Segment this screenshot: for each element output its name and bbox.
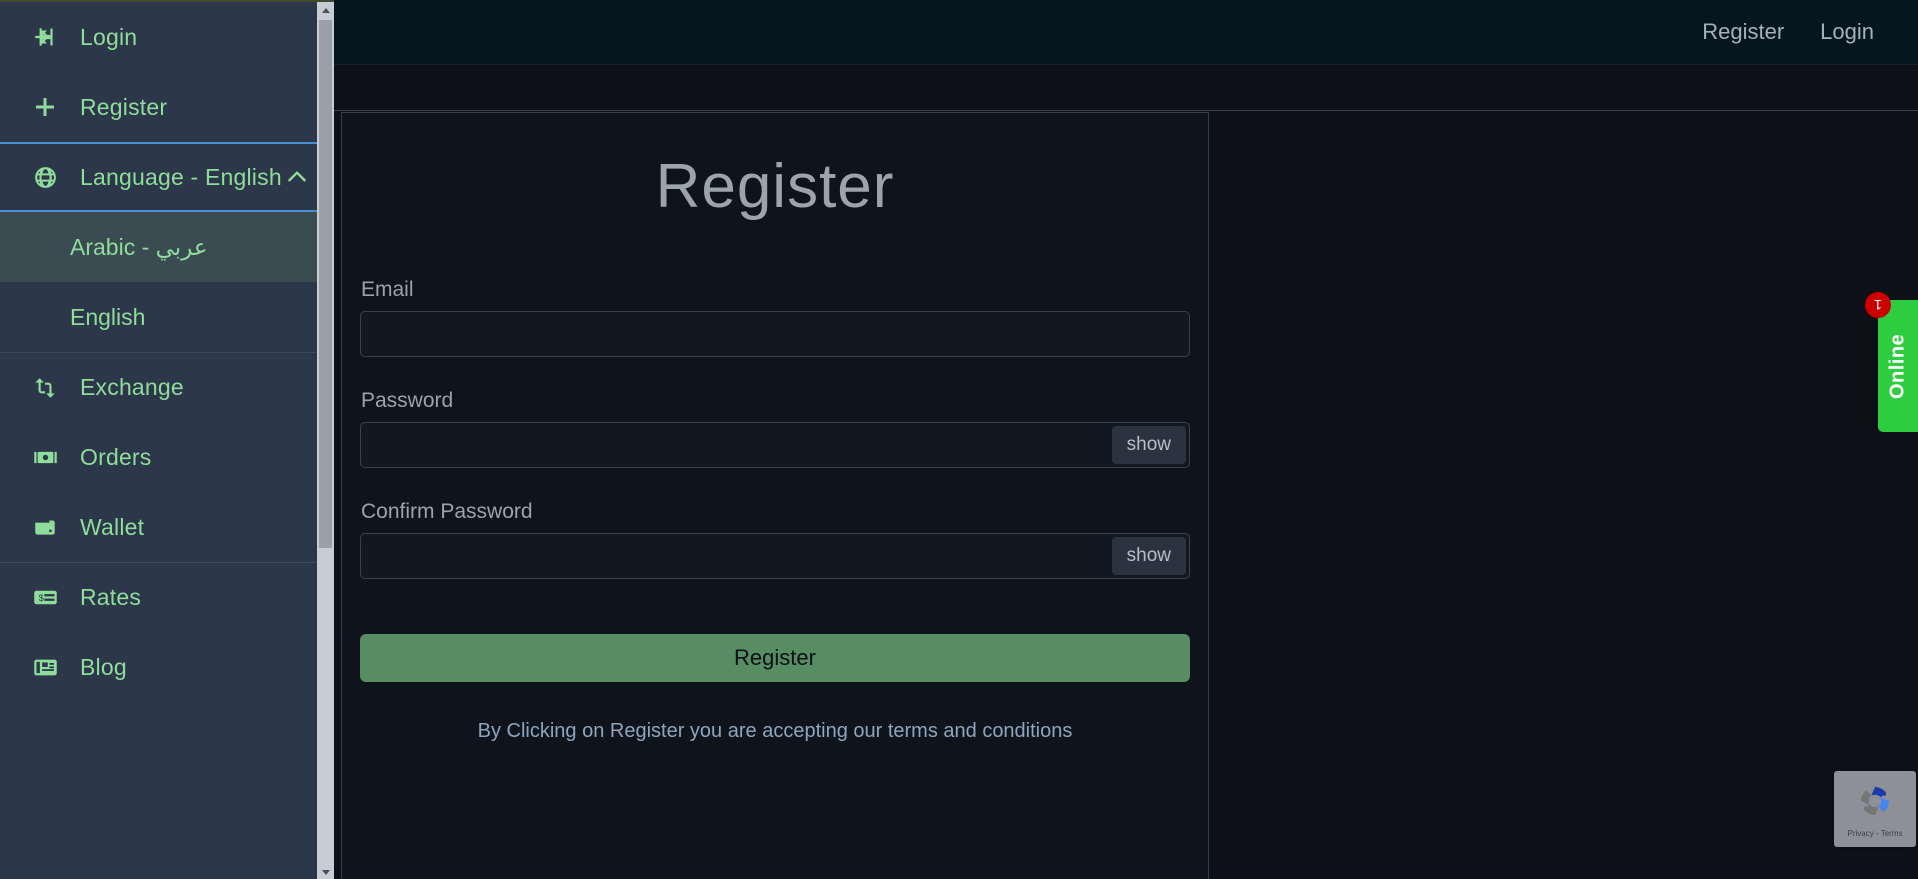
recaptcha-badge[interactable]: Privacy - Terms [1834,771,1916,847]
password-input[interactable] [360,422,1190,468]
email-label: Email [361,278,414,301]
email-input[interactable] [360,311,1190,357]
language-option-english[interactable]: English [0,282,334,352]
wallet-icon [28,514,62,540]
language-option-arabic[interactable]: Arabic - عربي [0,212,334,282]
recaptcha-logo-icon [1854,780,1896,827]
plus-icon [28,95,62,119]
sidebar-item-label: Register [80,93,168,120]
confirm-password-input-wrap: show [360,533,1190,579]
banknote-icon [28,444,62,471]
password-show-toggle-button[interactable]: show [1111,426,1186,464]
password-field-block: Password show [350,389,1200,468]
sidebar: Login Register Language - English Arabic… [0,0,334,879]
scrollbar-thumb[interactable] [319,20,332,548]
sidebar-item-orders[interactable]: Orders [0,422,334,492]
confirm-password-field-block: Confirm Password show [350,500,1200,579]
sub-navigation-bar [334,65,1918,111]
sidebar-item-label: Exchange [80,374,184,400]
scroll-down-arrow-icon[interactable] [317,864,334,879]
svg-text:$: $ [38,593,43,603]
sidebar-scrollbar[interactable] [317,2,334,879]
sidebar-item-login[interactable]: Login [0,2,334,72]
sidebar-item-rates[interactable]: $ Rates [0,562,334,632]
language-option-label: English [70,303,146,330]
page-title: Register [655,152,895,221]
terms-and-conditions-note: By Clicking on Register you are acceptin… [477,720,1073,742]
language-option-label: Arabic - عربي [70,233,208,260]
online-chat-tab[interactable]: 1 Online [1865,292,1918,432]
email-input-wrap [360,311,1190,357]
app-root: Login Register Language - English Arabic… [0,0,1918,879]
register-card: Register Email Password show Confirm Pas… [341,112,1209,879]
nav-link-login[interactable]: Login [1820,19,1874,45]
newspaper-icon [28,654,62,681]
price-tag-icon: $ [28,584,62,611]
scroll-up-arrow-icon[interactable] [317,2,334,19]
sidebar-item-label: Blog [80,653,127,680]
sidebar-item-label: Orders [80,443,152,470]
globe-icon [28,165,62,190]
recaptcha-privacy-terms-text[interactable]: Privacy - Terms [1848,829,1903,838]
sidebar-item-language[interactable]: Language - English [0,142,334,212]
sidebar-item-blog[interactable]: Blog [0,632,334,702]
password-label: Password [361,389,454,412]
confirm-password-input[interactable] [360,533,1190,579]
sidebar-item-register[interactable]: Register [0,72,334,142]
sidebar-scroll-area: Login Register Language - English Arabic… [0,2,334,879]
top-navigation-bar: Register Login [334,0,1918,65]
confirm-password-label: Confirm Password [361,500,533,523]
exchange-arrows-icon [28,375,62,401]
sidebar-item-label: Login [80,23,138,50]
sidebar-item-label: Language - English [80,163,282,190]
nav-link-register[interactable]: Register [1702,19,1784,45]
online-chat-label: Online [1886,333,1909,399]
confirm-password-show-toggle-button[interactable]: show [1111,537,1186,575]
sidebar-item-wallet[interactable]: Wallet [0,492,334,562]
main-content: Register Login Register Email Password s… [334,0,1918,879]
chevron-up-icon[interactable] [284,164,310,190]
email-field-block: Email [350,278,1200,357]
password-input-wrap: show [360,422,1190,468]
register-submit-button[interactable]: Register [360,634,1190,682]
sidebar-item-label: Wallet [80,513,145,540]
sidebar-item-label: Rates [80,584,142,610]
chat-unread-badge: 1 [1865,292,1891,318]
login-arrow-icon [28,24,62,50]
sidebar-item-exchange[interactable]: Exchange [0,352,334,422]
